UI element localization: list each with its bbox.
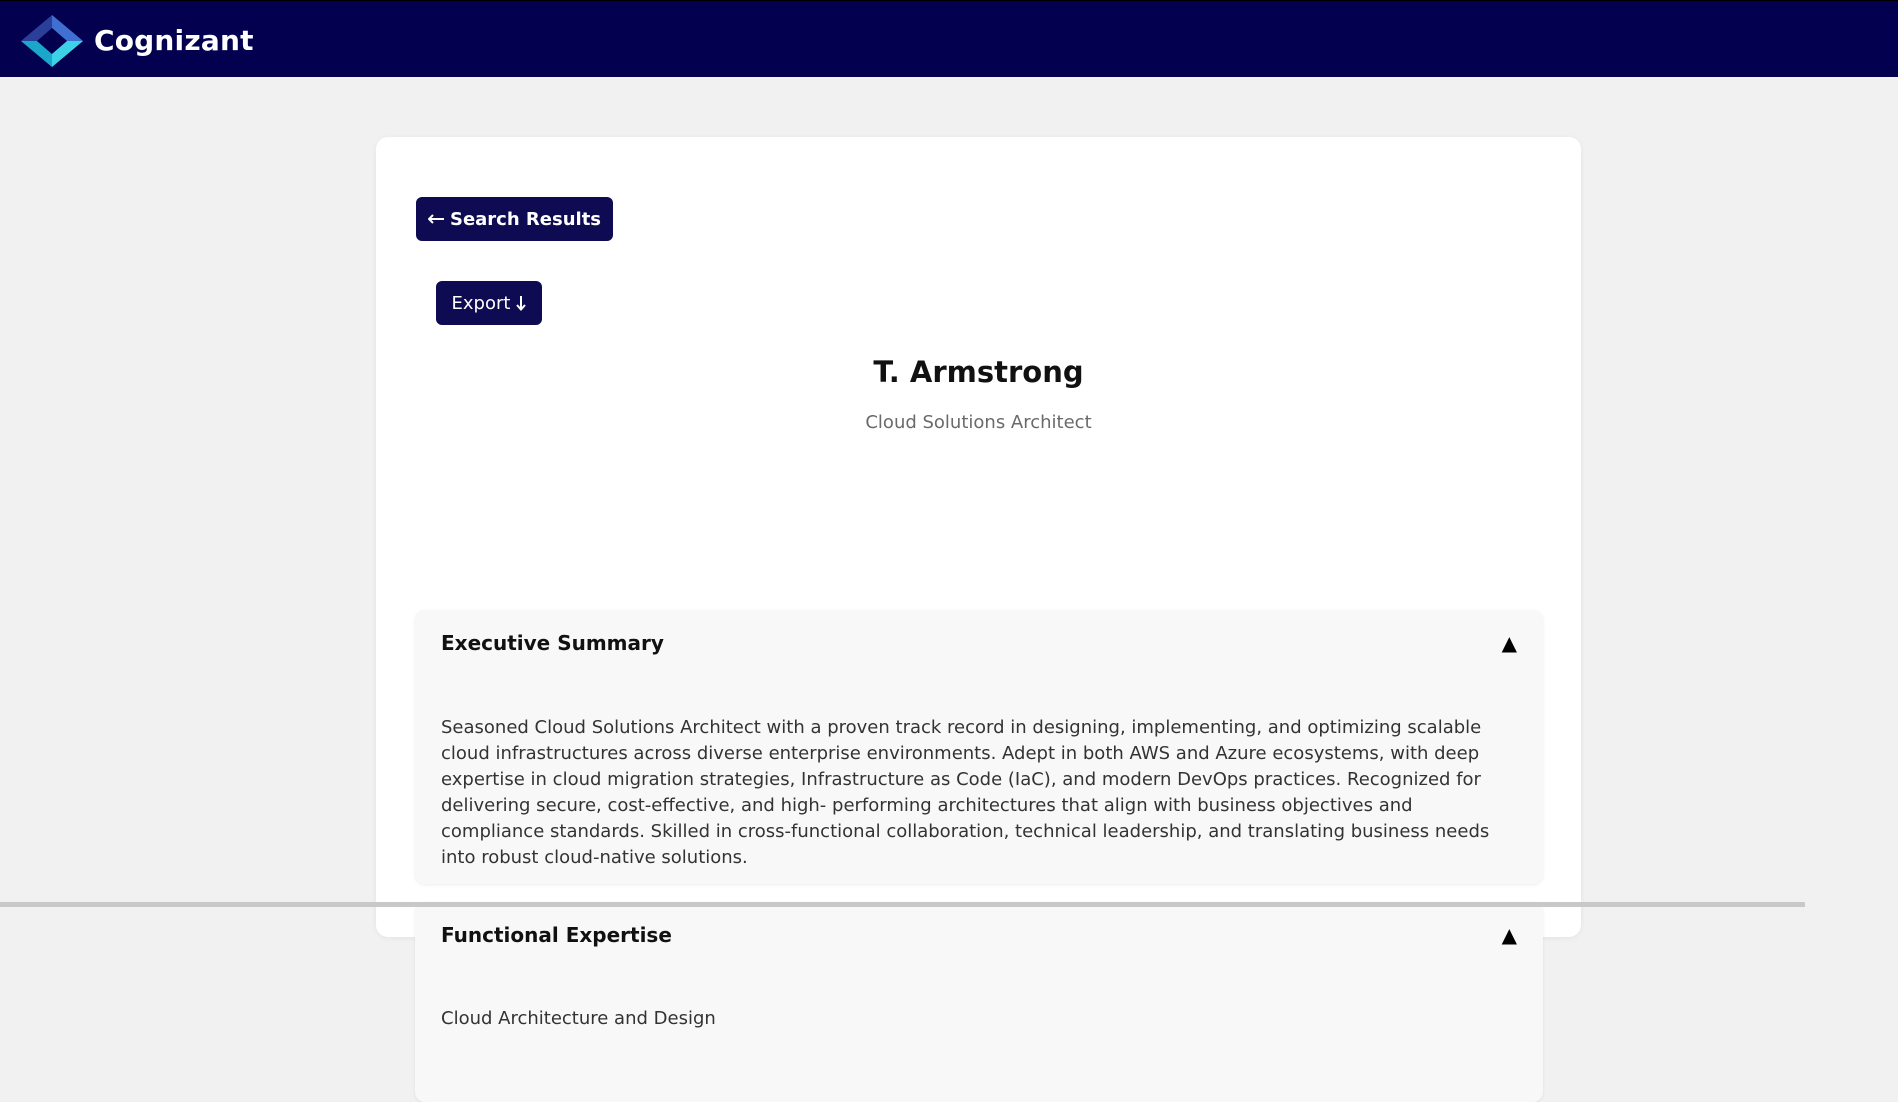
section-title: Functional Expertise [441, 923, 672, 947]
cognizant-logo[interactable] [21, 15, 83, 67]
export-button-label: Export [451, 292, 511, 314]
candidate-role: Cloud Solutions Architect [865, 412, 1092, 433]
export-button[interactable]: Export [436, 281, 542, 325]
top-header: Cognizant [0, 0, 1898, 77]
collapse-triangle-icon[interactable]: ▲ [1502, 922, 1517, 948]
executive-summary-text: Seasoned Cloud Solutions Architect with … [441, 717, 1490, 868]
functional-expertise-item: Cloud Architecture and Design [441, 1008, 716, 1029]
brand-name[interactable]: Cognizant [94, 23, 254, 59]
executive-summary-header[interactable]: Executive Summary ▲ [415, 610, 1543, 676]
back-to-search-results-button[interactable]: Search Results [416, 197, 613, 241]
collapse-triangle-icon[interactable]: ▲ [1502, 630, 1517, 656]
arrow-left-icon [427, 214, 444, 224]
executive-summary-section: Executive Summary ▲ Seasoned Cloud Solut… [415, 610, 1543, 884]
functional-expertise-section: Functional Expertise ▲ Cloud Architectur… [415, 902, 1543, 1102]
download-arrow-icon [516, 296, 527, 311]
functional-expertise-header[interactable]: Functional Expertise ▲ [415, 902, 1543, 968]
horizontal-scrollbar[interactable] [0, 902, 1805, 907]
candidate-name: T. Armstrong [873, 355, 1084, 389]
back-button-label: Search Results [449, 208, 602, 230]
profile-card: Search Results Export T. Armstrong Cloud… [376, 137, 1581, 1102]
section-title: Executive Summary [441, 631, 664, 655]
